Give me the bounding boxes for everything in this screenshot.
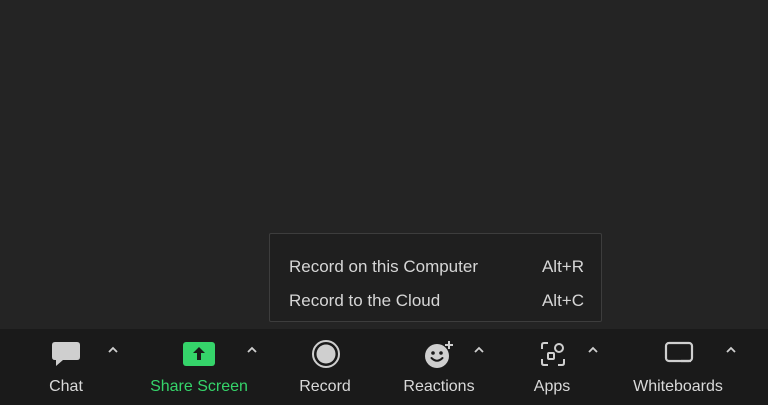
chat-button[interactable]: Chat: [0, 329, 100, 405]
apps-button[interactable]: Apps: [512, 329, 592, 405]
record-label: Record: [299, 378, 351, 395]
record-to-cloud-label: Record to the Cloud: [289, 291, 441, 310]
meeting-toolbar: Chat Share Screen Record Reactions Apps …: [0, 329, 768, 405]
record-on-computer-shortcut: Alt+R: [541, 257, 584, 276]
apps-grid-icon: [536, 339, 570, 369]
share-options-chevron-up-icon[interactable]: [245, 343, 259, 357]
record-circle-icon: [309, 339, 343, 369]
apps-label: Apps: [533, 378, 571, 395]
chat-options-chevron-up-icon[interactable]: [106, 343, 120, 357]
share-screen-arrow-icon: [181, 339, 217, 369]
whiteboard-icon: [662, 339, 696, 369]
record-on-computer-label: Record on this Computer: [289, 257, 478, 276]
whiteboards-button[interactable]: Whiteboards: [620, 329, 738, 405]
whiteboards-options-chevron-up-icon[interactable]: [724, 343, 738, 357]
share-screen-button[interactable]: Share Screen: [130, 329, 270, 405]
record-on-computer-item[interactable]: Record on this Computer Alt+R: [270, 250, 601, 284]
reactions-options-chevron-up-icon[interactable]: [472, 343, 486, 357]
smiley-plus-icon: [422, 339, 456, 369]
chat-bubble-icon: [49, 339, 83, 369]
reactions-button[interactable]: Reactions: [390, 329, 490, 405]
reactions-label: Reactions: [403, 378, 475, 395]
record-to-cloud-shortcut: Alt+C: [541, 291, 584, 310]
meeting-window: Record on this Computer Alt+R Record to …: [0, 0, 768, 405]
record-to-cloud-item[interactable]: Record to the Cloud Alt+C: [270, 284, 601, 318]
share-screen-label: Share Screen: [150, 378, 248, 395]
whiteboards-label: Whiteboards: [633, 378, 723, 395]
record-button[interactable]: Record: [280, 329, 370, 405]
apps-options-chevron-up-icon[interactable]: [586, 343, 600, 357]
record-menu: Record on this Computer Alt+R Record to …: [269, 233, 602, 322]
chat-label: Chat: [49, 378, 83, 395]
